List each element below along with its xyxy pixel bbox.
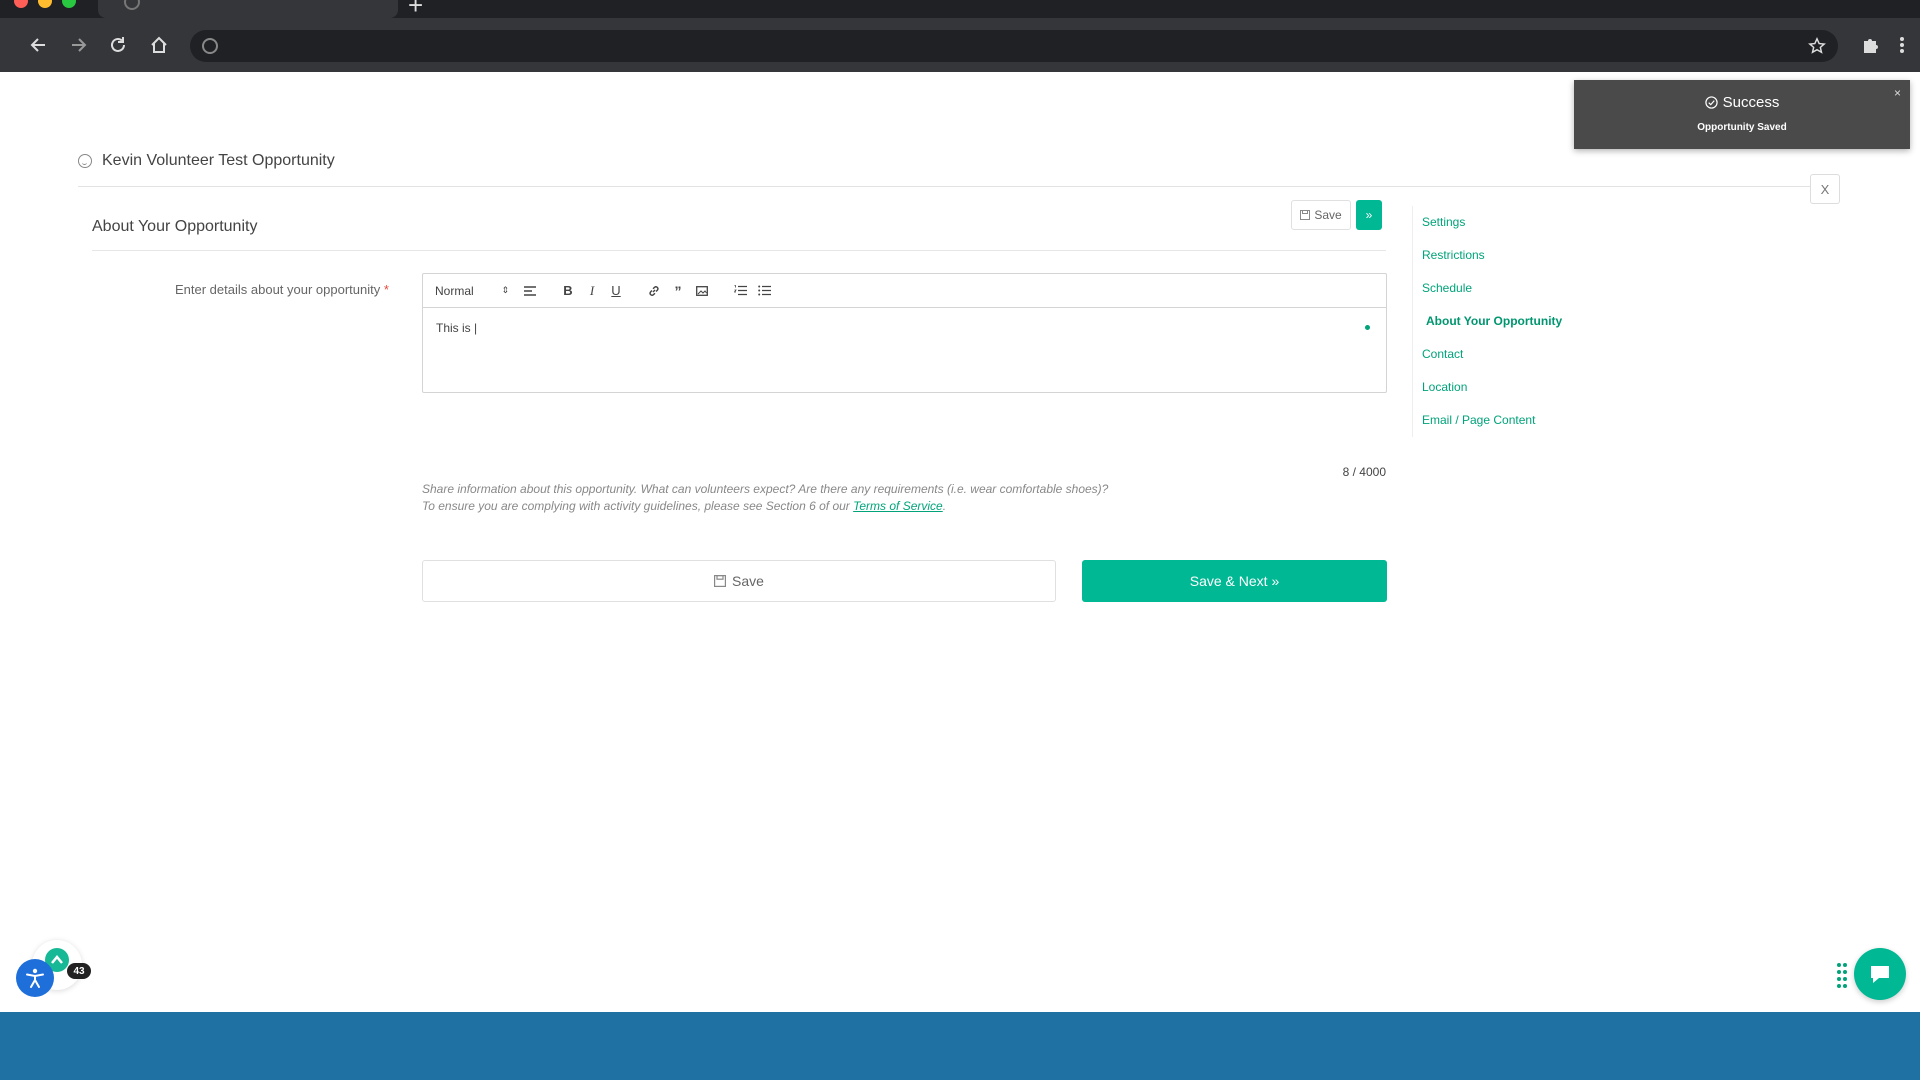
check-circle-icon — [1704, 96, 1718, 109]
browser-toolbar — [0, 18, 1920, 72]
header-divider — [78, 186, 1838, 187]
window-close-dot[interactable] — [14, 0, 28, 8]
help-line-2-prefix: To ensure you are complying with activit… — [422, 499, 854, 513]
bullet-list-icon — [757, 285, 771, 296]
footer-band — [0, 1012, 1920, 1080]
blockquote-button[interactable]: ” — [667, 280, 689, 302]
save-button-label: Save — [732, 573, 764, 589]
floppy-disk-icon — [1300, 210, 1311, 220]
page-header: Kevin Volunteer Test Opportunity — [78, 152, 335, 170]
drag-handle-icon[interactable] — [1836, 962, 1848, 990]
rich-text-editor: Normal ⇕ B I U ” This is | — [422, 273, 1387, 393]
globe-icon — [124, 0, 140, 10]
save-button[interactable]: Save — [422, 560, 1056, 602]
browser-tab[interactable] — [98, 0, 398, 18]
bold-button[interactable]: B — [557, 280, 579, 302]
italic-button[interactable]: I — [581, 280, 603, 302]
underline-button[interactable]: U — [605, 280, 627, 302]
bookmark-star-icon[interactable] — [1808, 37, 1826, 55]
character-count: 8 / 4000 — [1342, 465, 1386, 479]
editor-toolbar: Normal ⇕ B I U ” — [423, 274, 1386, 308]
smile-icon — [78, 154, 92, 168]
reload-icon — [111, 37, 125, 52]
nav-item-schedule[interactable]: Schedule — [1422, 272, 1592, 305]
chat-bubble-icon — [1871, 966, 1889, 983]
page-content: Kevin Volunteer Test Opportunity X About… — [0, 72, 1920, 1012]
reload-button[interactable] — [103, 30, 133, 60]
toast-title-text: Success — [1722, 94, 1780, 111]
format-select-value: Normal — [435, 283, 474, 298]
window-zoom-dot[interactable] — [62, 0, 76, 8]
success-toast: Success Opportunity Saved × — [1574, 80, 1910, 149]
browser-tab-bar: + — [0, 0, 1920, 18]
bullet-list-button[interactable] — [753, 280, 775, 302]
toast-message: Opportunity Saved — [1697, 122, 1787, 133]
image-icon — [696, 285, 708, 296]
ordered-list-icon — [733, 285, 747, 296]
new-tab-button[interactable]: + — [408, 0, 423, 18]
arrow-right-icon — [72, 38, 87, 52]
header-save-label: Save — [1314, 208, 1342, 222]
help-line-2-suffix: . — [942, 499, 947, 513]
align-button[interactable] — [519, 280, 541, 302]
details-field-label: Enter details about your opportunity * — [175, 282, 389, 297]
nav-item-restrictions[interactable]: Restrictions — [1422, 239, 1592, 272]
toast-title: Success — [1574, 94, 1910, 111]
save-and-next-button[interactable]: Save & Next » — [1082, 560, 1387, 602]
link-button[interactable] — [643, 280, 665, 302]
arrow-left-icon — [30, 38, 45, 52]
image-button[interactable] — [691, 280, 713, 302]
forward-button[interactable] — [63, 30, 93, 60]
quote-icon: ” — [674, 282, 682, 299]
window-minimize-dot[interactable] — [38, 0, 52, 8]
nav-item-contact[interactable]: Contact — [1422, 338, 1592, 371]
chat-button[interactable] — [1854, 948, 1906, 1000]
page-title: Kevin Volunteer Test Opportunity — [102, 152, 335, 169]
toast-close-button[interactable]: × — [1894, 86, 1901, 100]
address-bar[interactable] — [190, 30, 1838, 62]
section-title: About Your Opportunity — [92, 218, 258, 235]
extensions-button[interactable] — [1855, 30, 1885, 60]
header-next-button[interactable]: » — [1356, 200, 1382, 230]
ordered-list-button[interactable] — [729, 280, 751, 302]
help-line-1: Share information about this opportunity… — [422, 482, 1109, 496]
help-text: Share information about this opportunity… — [422, 481, 1108, 515]
kebab-menu-icon — [1900, 37, 1904, 53]
terms-of-service-link[interactable]: Terms of Service — [853, 499, 943, 513]
format-select[interactable]: Normal ⇕ — [435, 284, 509, 298]
help-line-2: To ensure you are complying with activit… — [422, 498, 1108, 515]
accessibility-button[interactable] — [16, 959, 54, 997]
editor-text: This is | — [436, 321, 478, 335]
notification-badge: 43 — [67, 963, 91, 979]
nav-item-about-your-opportunity[interactable]: About Your Opportunity — [1422, 305, 1592, 338]
nav-item-location[interactable]: Location — [1422, 371, 1592, 404]
link-icon — [649, 285, 659, 296]
site-info-icon[interactable] — [202, 38, 218, 54]
home-icon — [151, 36, 167, 53]
editor-textarea[interactable]: This is | — [423, 308, 1386, 392]
floppy-disk-icon — [714, 575, 727, 587]
close-editor-button[interactable]: X — [1810, 174, 1840, 204]
home-button[interactable] — [144, 30, 174, 60]
nav-item-email-page-content[interactable]: Email / Page Content — [1422, 404, 1592, 437]
section-divider — [92, 250, 1386, 251]
browser-menu-button[interactable] — [1887, 30, 1917, 60]
accessibility-icon — [26, 968, 44, 988]
status-dot — [1365, 325, 1370, 330]
puzzle-icon — [1864, 39, 1878, 53]
align-left-icon — [524, 285, 536, 296]
header-save-button[interactable]: Save — [1291, 200, 1351, 230]
required-mark: * — [383, 282, 389, 297]
details-field-label-text: Enter details about your opportunity — [175, 282, 381, 297]
back-button[interactable] — [24, 30, 54, 60]
section-nav: Settings Restrictions Schedule About You… — [1412, 206, 1592, 437]
select-arrows-icon: ⇕ — [501, 285, 509, 295]
nav-item-settings[interactable]: Settings — [1422, 206, 1592, 239]
